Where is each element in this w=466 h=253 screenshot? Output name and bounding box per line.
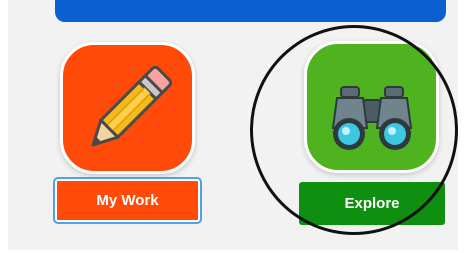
pencil-icon xyxy=(91,65,173,147)
explore-button[interactable]: Explore xyxy=(299,182,445,225)
explore-tile[interactable]: Explore xyxy=(297,41,447,225)
binoculars-icon xyxy=(331,86,413,150)
my-work-button[interactable]: My Work xyxy=(53,177,202,224)
top-banner-bar xyxy=(55,0,446,22)
my-work-icon-button[interactable] xyxy=(60,42,195,174)
my-work-tile[interactable]: My Work xyxy=(53,42,203,224)
app-menu-panel: My Work Explore xyxy=(8,0,458,250)
explore-icon-button[interactable] xyxy=(304,41,439,173)
